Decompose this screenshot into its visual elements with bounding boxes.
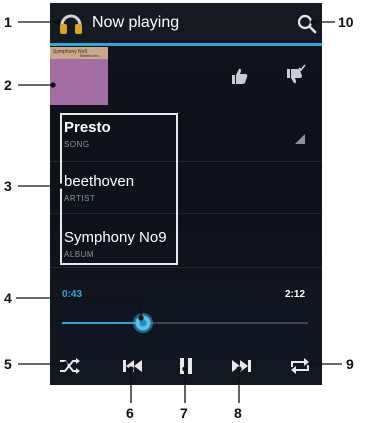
headphones-icon[interactable] xyxy=(58,10,84,36)
total-time: 2:12 xyxy=(285,289,306,300)
seek-bar[interactable] xyxy=(62,313,308,333)
callout-5: 5 xyxy=(4,356,12,372)
action-bar-divider xyxy=(50,43,322,46)
expand-corner-icon[interactable] xyxy=(295,134,305,144)
row-divider xyxy=(50,267,322,268)
action-bar: Now playing xyxy=(50,3,322,43)
album-art-sub-caption: Beethoven xyxy=(80,53,100,58)
callout-10: 10 xyxy=(338,14,354,30)
callout-8: 8 xyxy=(234,405,242,421)
callout-2: 2 xyxy=(4,77,12,93)
callout-4: 4 xyxy=(4,290,12,306)
repeat-icon[interactable] xyxy=(288,355,312,377)
track-info-highlight xyxy=(60,113,178,265)
callout-9: 9 xyxy=(346,356,354,372)
thumbs-up-icon[interactable] xyxy=(230,66,250,86)
page-title: Now playing xyxy=(92,14,180,31)
callout-7: 7 xyxy=(180,405,188,421)
now-playing-screen: Now playing Symphony No9 Beethoven Prest… xyxy=(50,3,322,385)
thumbs-down-icon[interactable] xyxy=(284,64,306,86)
callout-6: 6 xyxy=(126,405,134,421)
elapsed-time: 0:43 xyxy=(62,289,83,300)
seek-bar-progress xyxy=(62,322,144,324)
album-art[interactable]: Symphony No9 Beethoven xyxy=(50,47,108,105)
seek-bar-knob[interactable] xyxy=(133,313,154,333)
search-icon[interactable] xyxy=(296,13,318,35)
callout-3: 3 xyxy=(4,178,12,194)
shuffle-icon[interactable] xyxy=(58,355,82,377)
next-icon[interactable] xyxy=(230,355,254,377)
pause-icon[interactable] xyxy=(174,355,198,377)
callout-1: 1 xyxy=(4,14,12,30)
previous-icon[interactable] xyxy=(120,355,144,377)
